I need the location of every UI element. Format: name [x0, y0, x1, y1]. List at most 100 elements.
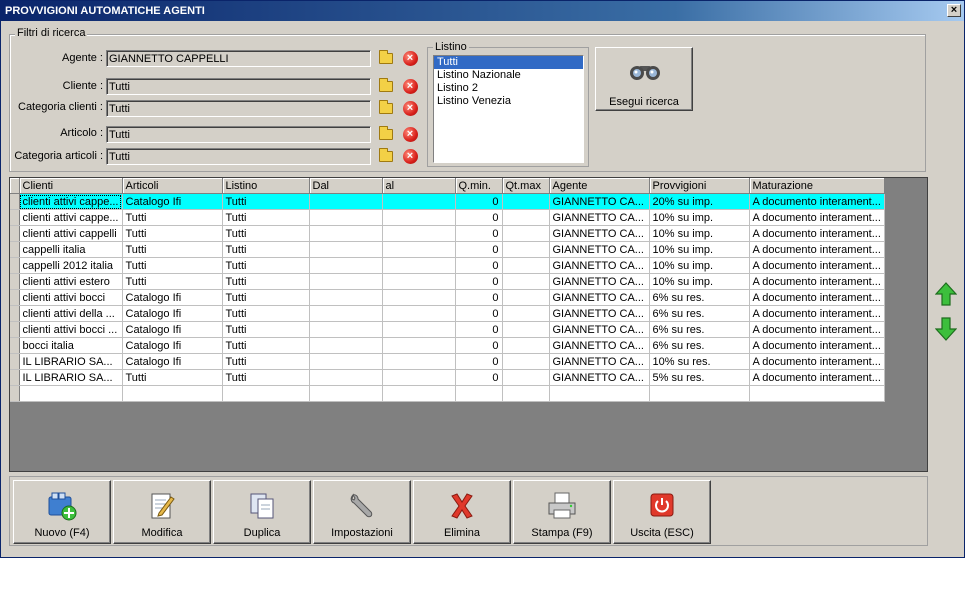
column-header[interactable]: Agente	[549, 178, 650, 194]
table-cell: A documento interament...	[749, 209, 885, 226]
table-cell	[309, 289, 383, 306]
table-cell: 6% su res.	[649, 289, 750, 306]
articolo-browse-button[interactable]	[376, 125, 396, 143]
search-button-label: Esegui ricerca	[609, 96, 679, 108]
table-row[interactable]: clienti attivi cappelli Tutti Tutti 0 GIANNE…	[10, 225, 885, 242]
table-cell: A documento interament...	[749, 225, 885, 242]
table-cell: A documento interament...	[749, 353, 885, 370]
column-header[interactable]: Listino	[222, 178, 310, 194]
table-cell: 10% su res.	[649, 353, 750, 370]
impostazioni-button[interactable]: Impostazioni	[313, 480, 411, 544]
table-cell: GIANNETTO CA...	[549, 193, 650, 210]
stampa-button[interactable]: Stampa (F9)	[513, 480, 611, 544]
table-cell: 0	[455, 369, 503, 386]
cliente-browse-button[interactable]	[376, 77, 396, 95]
listino-option[interactable]: Listino 2	[434, 82, 583, 95]
table-cell: 10% su imp.	[649, 209, 750, 226]
table-cell	[309, 241, 383, 258]
table-cell	[309, 273, 383, 290]
table-cell: Tutti	[122, 225, 223, 242]
duplica-button[interactable]: Duplica	[213, 480, 311, 544]
table-cell: clienti attivi estero	[19, 273, 123, 290]
table-cell	[455, 385, 503, 402]
table-cell	[382, 273, 456, 290]
table-row[interactable]: clienti attivi bocci Catalogo Ifi Tutti 0 GI…	[10, 289, 885, 306]
table-cell: Tutti	[222, 225, 310, 242]
nuovo-button[interactable]: Nuovo (F4)	[13, 480, 111, 544]
listino-option[interactable]: Listino Venezia	[434, 95, 583, 108]
table-cell: clienti attivi cappe...	[19, 209, 123, 226]
column-header[interactable]: Articoli	[122, 178, 223, 194]
folder-icon	[379, 125, 393, 140]
column-header[interactable]: Dal	[309, 178, 383, 194]
articolo-clear-button[interactable]: ×	[400, 125, 420, 143]
modifica-label: Modifica	[141, 527, 183, 539]
uscita-button[interactable]: Uscita (ESC)	[613, 480, 711, 544]
articolo-field[interactable]: Tutti	[106, 126, 371, 143]
categoria-clienti-browse-button[interactable]	[376, 99, 396, 117]
table-cell: clienti attivi cappe...	[19, 193, 123, 210]
table-cell: IL LIBRARIO SA...	[19, 369, 123, 386]
nuovo-label: Nuovo (F4)	[34, 527, 90, 539]
row-indicator	[10, 273, 20, 290]
table-cell: Tutti	[122, 273, 223, 290]
categoria-articoli-browse-button[interactable]	[376, 147, 396, 165]
table-row[interactable]: clienti attivi estero Tutti Tutti 0 GIANNETT…	[10, 273, 885, 290]
table-cell: 6% su res.	[649, 305, 750, 322]
table-row[interactable]: bocci italia Catalogo Ifi Tutti 0 GIANNETTO …	[10, 337, 885, 354]
column-header[interactable]: Maturazione	[749, 178, 885, 194]
table-cell: 0	[455, 225, 503, 242]
filters-legend: Filtri di ricerca	[15, 27, 88, 39]
listino-listbox[interactable]: Tutti Listino Nazionale Listino 2 Listin…	[433, 55, 584, 163]
table-cell	[10, 385, 20, 402]
column-header[interactable]: Provvigioni	[649, 178, 750, 194]
table-cell: clienti attivi della ...	[19, 305, 123, 322]
table-row[interactable]: clienti attivi cappe... Tutti Tutti 0 GIANNE…	[10, 209, 885, 226]
cliente-field[interactable]: Tutti	[106, 78, 371, 95]
table-cell	[309, 337, 383, 354]
listino-option[interactable]: Listino Nazionale	[434, 69, 583, 82]
table-row[interactable]: clienti attivi bocci ... Catalogo Ifi Tutt…	[10, 321, 885, 338]
table-row[interactable]: clienti attivi cappe... Catalogo Ifi Tutti…	[10, 193, 885, 210]
table-cell: 10% su imp.	[649, 241, 750, 258]
categoria-articoli-clear-button[interactable]: ×	[400, 147, 420, 165]
table-row[interactable]: cappelli 2012 italia Tutti Tutti 0 GIANNETTO…	[10, 257, 885, 274]
categoria-articoli-field[interactable]: Tutti	[106, 148, 371, 165]
column-header[interactable]: Q.min.	[455, 178, 503, 194]
close-button[interactable]: ×	[947, 4, 961, 17]
table-cell: GIANNETTO CA...	[549, 305, 650, 322]
provvigioni-grid[interactable]: Clienti Articoli Listino Dal al Q.min. Qt.max A…	[9, 177, 928, 472]
column-header[interactable]: Qt.max	[502, 178, 550, 194]
duplicate-icon	[250, 493, 274, 519]
agente-browse-button[interactable]	[376, 49, 396, 67]
cliente-label: Cliente :	[62, 80, 103, 92]
categoria-clienti-clear-button[interactable]: ×	[400, 99, 420, 117]
table-cell	[382, 321, 456, 338]
move-down-button[interactable]	[934, 315, 958, 343]
table-cell: Tutti	[122, 209, 223, 226]
categoria-clienti-label: Categoria clienti :	[18, 101, 103, 113]
table-cell: Tutti	[222, 305, 310, 322]
table-row[interactable]: IL LIBRARIO SA... Tutti Tutti 0 GIANNETTO CA…	[10, 369, 885, 386]
elimina-button[interactable]: Elimina	[413, 480, 511, 544]
modifica-button[interactable]: Modifica	[113, 480, 211, 544]
new-document-icon	[48, 492, 77, 521]
table-cell	[382, 289, 456, 306]
table-cell	[309, 321, 383, 338]
search-button[interactable]: Esegui ricerca	[595, 47, 693, 111]
move-up-button[interactable]	[934, 280, 958, 308]
column-header[interactable]: Clienti	[19, 178, 123, 194]
cliente-clear-button[interactable]: ×	[400, 77, 420, 95]
table-row[interactable]: cappelli italia Tutti Tutti 0 GIANNETTO CA..…	[10, 241, 885, 258]
window-title: PROVVIGIONI AUTOMATICHE AGENTI	[5, 5, 205, 17]
listino-option[interactable]: Tutti	[434, 56, 583, 69]
table-row[interactable]: IL LIBRARIO SA... Catalogo Ifi Tutti 0 GIANN…	[10, 353, 885, 370]
categoria-clienti-field[interactable]: Tutti	[106, 100, 371, 117]
table-cell	[382, 337, 456, 354]
table-row[interactable]: clienti attivi della ... Catalogo Ifi Tutt…	[10, 305, 885, 322]
agente-clear-button[interactable]: ×	[400, 49, 420, 67]
action-toolbar: Nuovo (F4) Modifica Duplica Impostazioni	[9, 476, 928, 546]
categoria-articoli-label: Categoria articoli :	[14, 150, 103, 162]
column-header[interactable]: al	[382, 178, 456, 194]
agente-field[interactable]: GIANNETTO CAPPELLI	[106, 50, 371, 67]
